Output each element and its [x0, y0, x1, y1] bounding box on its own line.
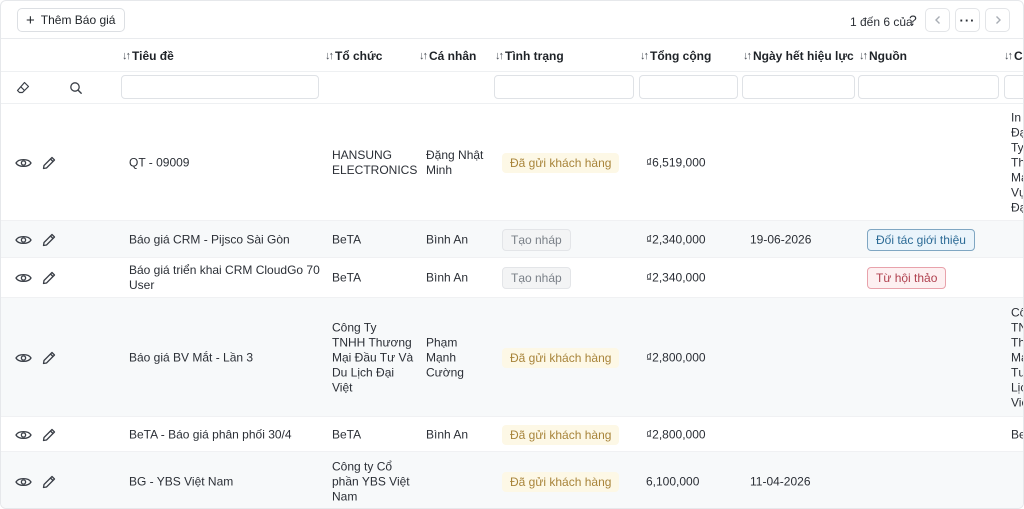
table-row[interactable]: BG - YBS Việt Nam Công ty Cổ phần YBS Việt… — [1, 452, 1023, 508]
clear-filter-icon[interactable] — [15, 80, 31, 96]
quote-title[interactable]: Báo giá triển khai CRM CloudGo 70 User — [129, 263, 320, 293]
table-row[interactable]: Báo giá triển khai CRM CloudGo 70 User BeT… — [1, 258, 1023, 298]
filter-input-total[interactable] — [639, 75, 738, 99]
person-name: Đặng Nhật Minh — [426, 147, 484, 177]
pencil-icon[interactable] — [41, 270, 57, 286]
total-amount: ₫6,519,000 — [646, 155, 706, 169]
filter-input-source[interactable] — [858, 75, 999, 99]
quote-title[interactable]: Báo giá CRM - Pijsco Sài Gòn — [129, 232, 290, 247]
total-amount: ₫2,340,000 — [646, 270, 706, 285]
previous-page-button[interactable] — [925, 8, 950, 32]
organization-name: Công ty Cổ phần YBS Việt Nam — [332, 459, 410, 504]
add-quote-label: Thêm Báo giá — [40, 13, 116, 27]
organization-name: Công Ty TNHH Thương Mại Đầu Tư Và Du Lịch Đ… — [332, 320, 414, 394]
column-header-truncated[interactable]: ↓↑ C — [1004, 49, 1023, 63]
filter-row — [1, 72, 1023, 104]
status-badge: Tạo nháp — [502, 228, 571, 251]
quote-title[interactable]: QT - 09009 — [129, 155, 189, 170]
status-badge: Đã gửi khách hàng — [502, 472, 620, 492]
sort-icon: ↓↑ — [640, 50, 649, 62]
quotes-list-view: + Thêm Báo giá 1 đến 6 của ? ··· ↓↑ Tiêu … — [0, 0, 1024, 509]
source-badge: Từ hội thảo — [867, 267, 947, 289]
search-icon[interactable] — [68, 80, 84, 96]
truncated-column-text: Be — [1011, 427, 1023, 441]
next-page-button[interactable] — [985, 8, 1010, 32]
total-amount: ₫2,800,000 — [646, 427, 706, 441]
sort-icon: ↓↑ — [325, 50, 334, 62]
source-badge: Đối tác giới thiệu — [867, 228, 975, 251]
help-icon[interactable]: ? — [909, 12, 917, 28]
pagination-summary: 1 đến 6 của — [850, 15, 913, 29]
column-header-source[interactable]: ↓↑ Nguồn — [859, 49, 907, 63]
pencil-icon[interactable] — [41, 474, 57, 490]
add-quote-button[interactable]: + Thêm Báo giá — [17, 8, 126, 32]
filter-input-status[interactable] — [494, 75, 634, 99]
table-row[interactable]: BeTA - Báo giá phân phối 30/4 BeTA Bình An… — [1, 417, 1023, 452]
eye-icon[interactable] — [15, 352, 32, 364]
organization-name: BeTA — [332, 270, 362, 285]
quote-title[interactable]: BG - YBS Việt Nam — [129, 475, 233, 490]
status-badge: Tạo nháp — [502, 267, 571, 289]
chevron-left-icon — [934, 16, 940, 24]
person-name: Bình An — [426, 270, 469, 285]
sort-icon: ↓↑ — [495, 50, 504, 62]
chevron-right-icon — [995, 16, 1001, 24]
person-name: Bình An — [426, 232, 469, 246]
expiry-date: 19-06-2026 — [750, 232, 812, 246]
quote-title[interactable]: Báo giá BV Mắt - Lần 3 — [129, 350, 253, 365]
column-header-person[interactable]: ↓↑ Cá nhân — [419, 49, 476, 63]
truncated-column-text: InĐạTyThMạVụĐạ — [1011, 110, 1024, 214]
sort-icon: ↓↑ — [1004, 50, 1013, 62]
filter-input-truncated[interactable] — [1004, 75, 1023, 99]
person-name: Phạm Mạnh Cường — [426, 335, 464, 379]
pencil-icon[interactable] — [41, 232, 57, 248]
pencil-icon[interactable] — [41, 155, 57, 171]
eye-icon[interactable] — [15, 234, 32, 246]
eye-icon[interactable] — [15, 429, 32, 441]
sort-icon: ↓↑ — [122, 50, 131, 62]
person-name: Bình An — [426, 427, 469, 441]
sort-icon: ↓↑ — [859, 50, 868, 62]
pencil-icon[interactable] — [41, 350, 57, 366]
pencil-icon[interactable] — [41, 427, 57, 443]
toolbar: + Thêm Báo giá 1 đến 6 của ? ··· — [1, 1, 1023, 39]
truncated-column-text: CôTNThMạTưLịcViệ — [1011, 305, 1024, 409]
more-options-button[interactable]: ··· — [955, 8, 980, 32]
eye-icon[interactable] — [15, 157, 32, 169]
table-row[interactable]: Báo giá BV Mắt - Lần 3 Công Ty TNHH Thương… — [1, 298, 1024, 417]
quote-title[interactable]: BeTA - Báo giá phân phối 30/4 — [129, 427, 292, 442]
status-badge: Đã gửi khách hàng — [502, 347, 620, 368]
filter-input-title[interactable] — [121, 75, 319, 99]
status-badge: Đã gửi khách hàng — [502, 424, 620, 445]
column-header-status[interactable]: ↓↑ Tình trạng — [495, 49, 564, 63]
total-amount: ₫2,340,000 — [646, 232, 706, 246]
column-header-title[interactable]: ↓↑ Tiêu đề — [122, 49, 174, 63]
organization-name: BeTA — [332, 232, 362, 246]
total-amount: ₫2,800,000 — [646, 350, 706, 364]
column-header-organization[interactable]: ↓↑ Tổ chức — [325, 49, 382, 63]
filter-input-expiry-date[interactable] — [742, 75, 855, 99]
organization-name: HANSUNG ELECTRONICS — [332, 147, 418, 177]
expiry-date: 11-04-2026 — [750, 474, 811, 489]
eye-icon[interactable] — [15, 476, 32, 488]
status-badge: Đã gửi khách hàng — [502, 152, 620, 173]
table-row[interactable]: QT - 09009 HANSUNG ELECTRONICS Đặng Nhật Min… — [1, 104, 1024, 221]
column-header-total[interactable]: ↓↑ Tổng cộng — [640, 49, 711, 63]
eye-icon[interactable] — [15, 272, 32, 284]
column-header-expiry-date[interactable]: ↓↑ Ngày hết hiệu lực — [743, 49, 854, 63]
plus-icon: + — [26, 11, 35, 29]
more-dots-icon: ··· — [959, 12, 976, 28]
sort-icon: ↓↑ — [743, 50, 752, 62]
sort-icon: ↓↑ — [419, 50, 428, 62]
table-header: ↓↑ Tiêu đề ↓↑ Tổ chức ↓↑ Cá nhân ↓↑ Tình trạ… — [1, 39, 1023, 72]
table-row[interactable]: Báo giá CRM - Pijsco Sài Gòn BeTA Bình An T… — [1, 221, 1023, 258]
total-amount: 6,100,000 — [646, 474, 700, 489]
organization-name: BeTA — [332, 427, 362, 441]
